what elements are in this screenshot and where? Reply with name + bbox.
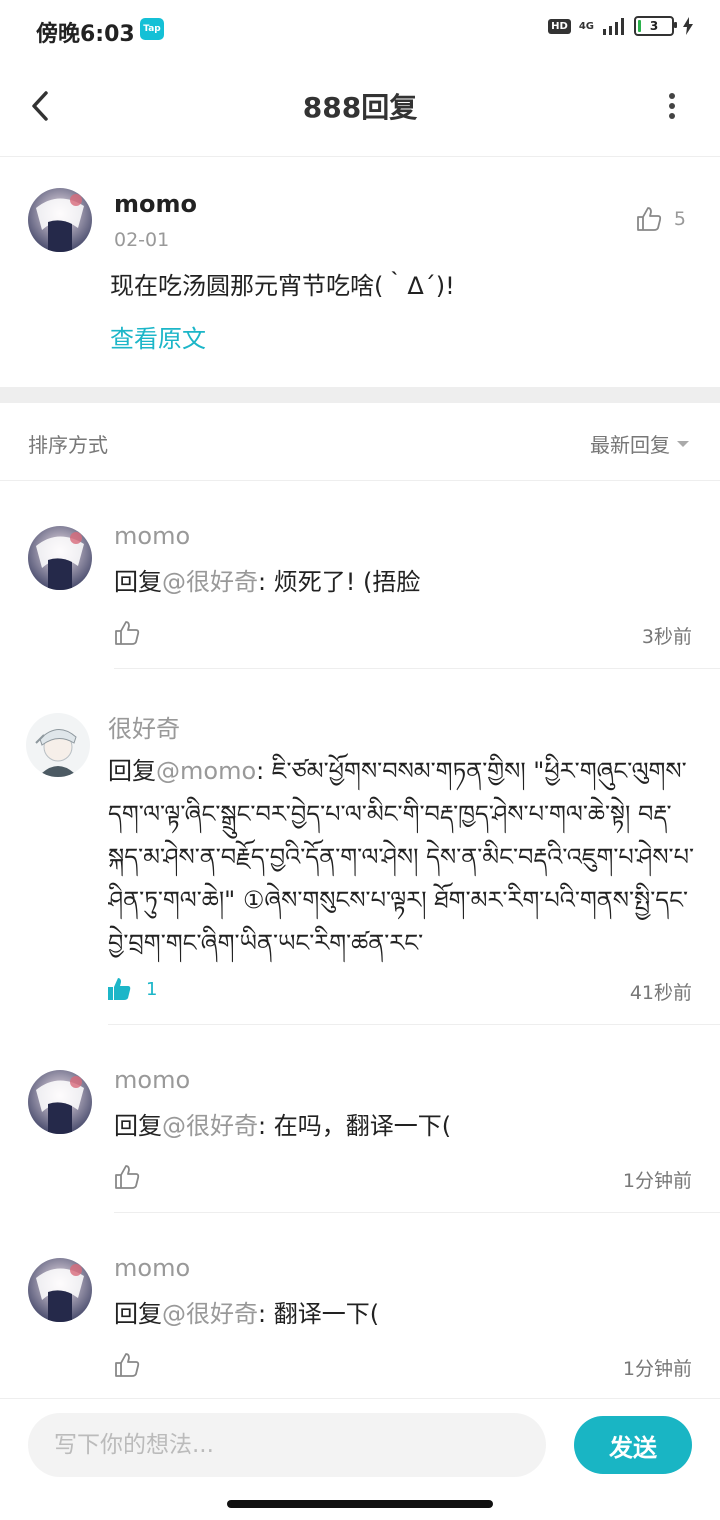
reply-time: 1分钟前 (622, 1170, 692, 1192)
header-divider (0, 156, 720, 157)
page-title: 888回复 (302, 91, 418, 124)
reply-text: 回复@很好奇: 翻译一下( (114, 1300, 380, 1328)
reply-author: momo (114, 1066, 191, 1094)
reply-time: 3秒前 (641, 626, 692, 648)
mention-link[interactable]: @momo (156, 757, 256, 785)
thumbs-up-icon (115, 621, 140, 645)
reply-divider (114, 668, 720, 669)
thumbs-up-icon (637, 207, 662, 231)
thumbs-up-filled-icon (108, 978, 131, 1000)
status-icons: HD 4G 3 (548, 16, 694, 36)
avatar[interactable] (28, 188, 92, 252)
sort-value: 最新回复 (590, 433, 670, 457)
post-date: 02-01 (114, 229, 170, 251)
reply-like-button[interactable] (114, 1164, 140, 1190)
reply-like-count: 1 (146, 978, 158, 1000)
thumbs-up-icon (115, 1165, 140, 1189)
status-time: 傍晚6:03 (36, 22, 135, 47)
reply-author: momo (114, 1254, 191, 1282)
send-button[interactable]: 发送 (574, 1416, 692, 1474)
thumbs-up-icon (115, 1353, 140, 1377)
avatar[interactable] (28, 526, 92, 590)
home-indicator[interactable] (227, 1500, 493, 1508)
reply-text: 回复@很好奇: 在吗，翻译一下( (114, 1112, 452, 1140)
post-like-button[interactable]: 5 (636, 206, 686, 232)
charging-icon (683, 17, 693, 35)
post-like-count: 5 (673, 208, 686, 230)
avatar[interactable] (28, 1070, 92, 1134)
reply-text: 回复@momo: ཇི་ཙམ་ཕྱོགས་བསམ་གཏན་གྱིས། "ཕྱིར… (108, 757, 694, 957)
post-text: 现在吃汤圆那元宵节吃啥(｀Δ´)! (110, 272, 455, 300)
reply-author: 很好奇 (108, 715, 180, 743)
caret-down-icon (677, 440, 689, 447)
sort-dropdown[interactable]: 最新回复 (590, 429, 690, 458)
reply-divider (108, 1024, 720, 1025)
battery-icon: 3 (634, 16, 677, 36)
post-author: momo (114, 190, 197, 218)
reply-like-button[interactable] (114, 1352, 140, 1378)
tap-app-icon: Tap (140, 18, 164, 40)
mention-link[interactable]: @很好奇 (162, 568, 258, 596)
sort-label: 排序方式 (28, 433, 108, 457)
mention-link[interactable]: @很好奇 (162, 1112, 258, 1140)
section-separator (0, 387, 720, 403)
reply-divider (114, 1212, 720, 1213)
sort-divider (0, 480, 720, 481)
composer-divider (0, 1398, 720, 1399)
reply-time: 1分钟前 (622, 1358, 692, 1380)
more-vertical-icon[interactable] (668, 92, 676, 120)
reply-time: 41秒前 (629, 982, 692, 1004)
network-label: 4G (578, 20, 594, 32)
hd-icon: HD (548, 18, 571, 34)
mention-link[interactable]: @很好奇 (162, 1300, 258, 1328)
battery-level: 3 (649, 19, 659, 33)
signal-icon (603, 18, 624, 35)
avatar[interactable] (28, 1258, 92, 1322)
reply-like-button[interactable] (114, 620, 140, 646)
reply-like-button[interactable]: 1 (106, 976, 157, 1002)
reply-text: 回复@很好奇: 烦死了! (捂脸 (114, 568, 421, 596)
reply-author: momo (114, 522, 191, 550)
view-original-link[interactable]: 查看原文 (110, 319, 206, 354)
avatar[interactable] (26, 713, 90, 777)
comment-input[interactable] (28, 1413, 546, 1477)
